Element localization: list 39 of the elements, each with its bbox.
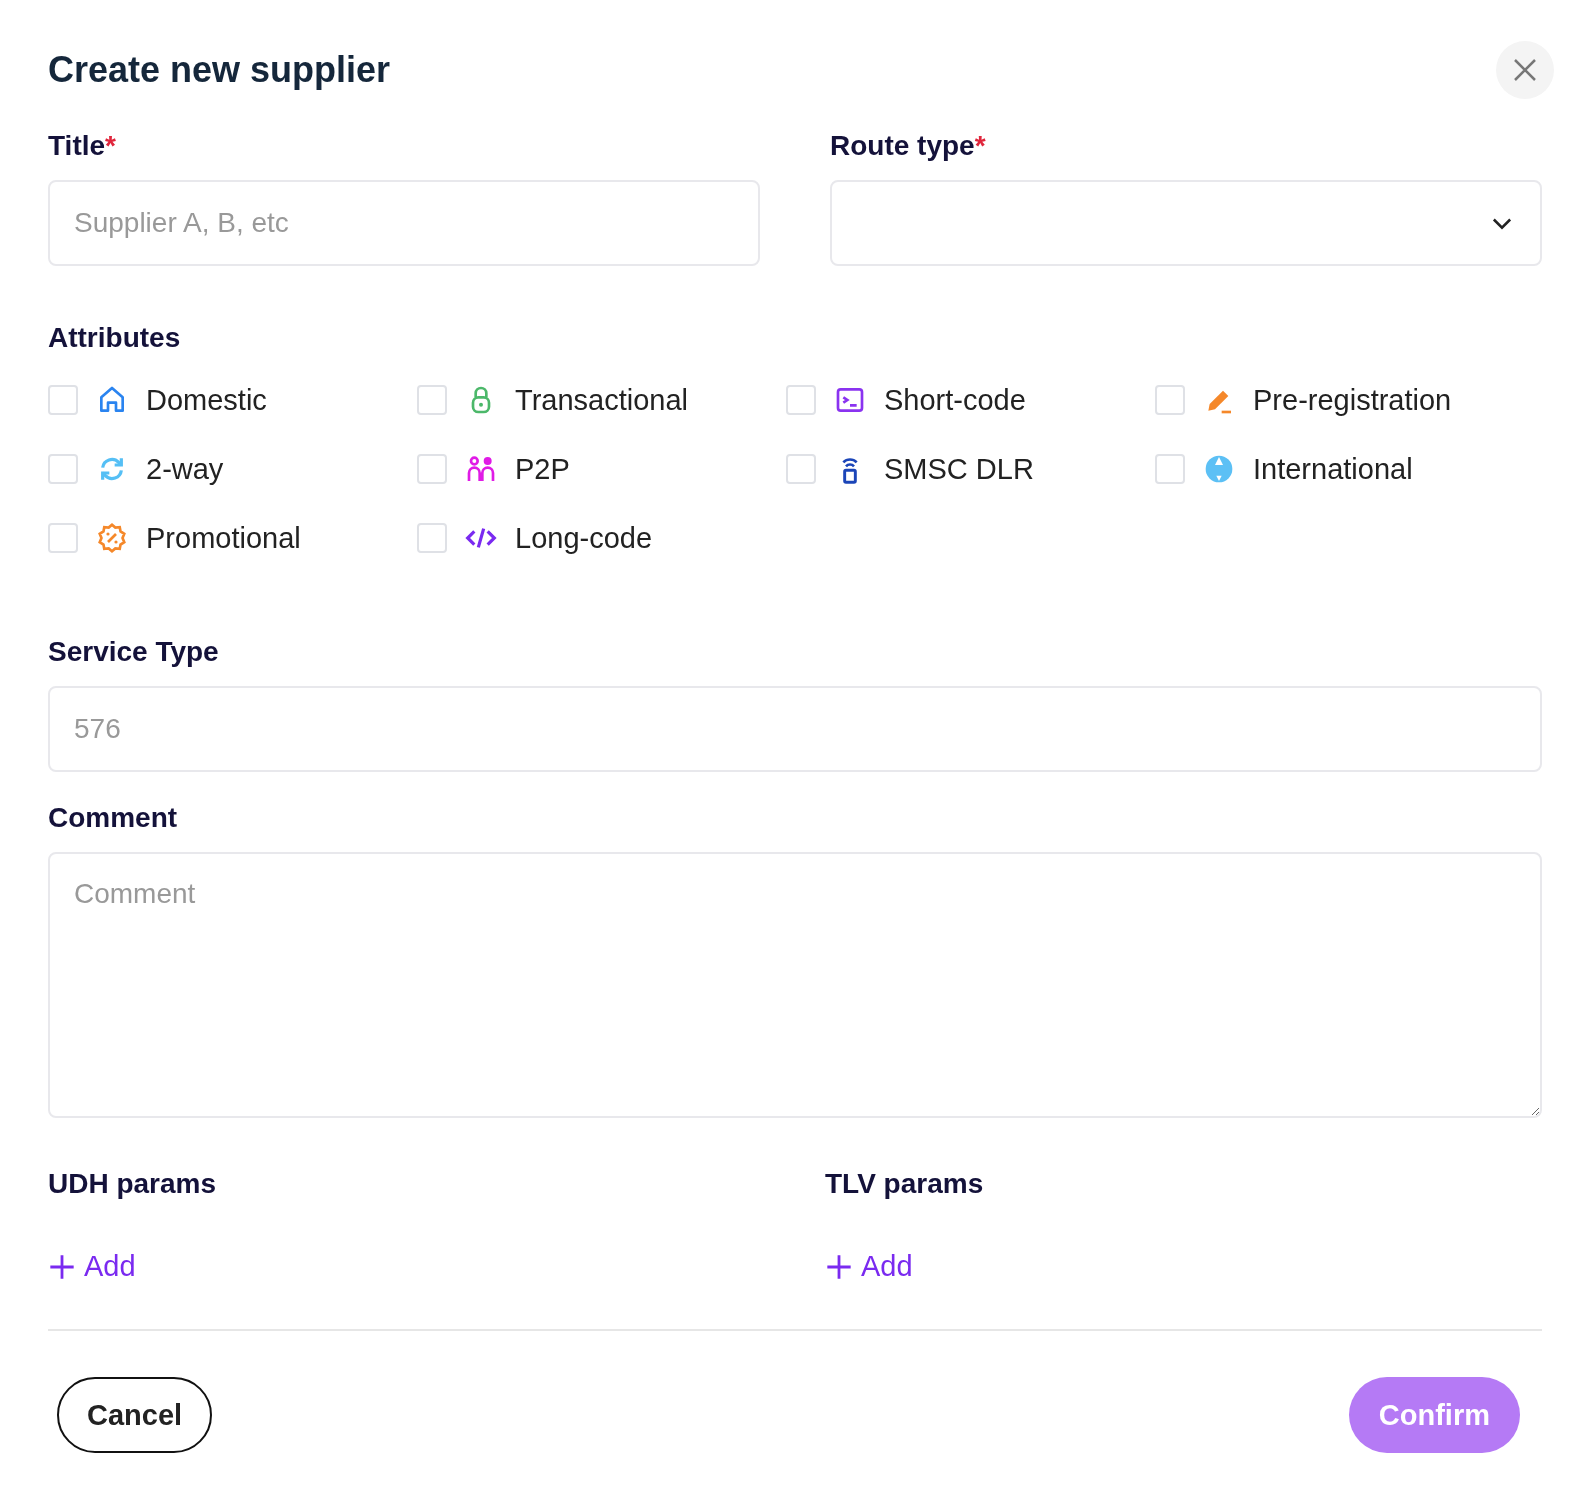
checkbox-label: Transactional: [515, 383, 688, 417]
checkbox-label: Domestic: [146, 383, 267, 417]
section-label: UDH params: [48, 1168, 218, 1200]
add-button[interactable]: Add: [48, 1250, 136, 1283]
cancel-button[interactable]: Cancel: [57, 1377, 213, 1453]
checkbox[interactable]: [1155, 385, 1185, 415]
checkbox-label: Pre-registration: [1253, 383, 1452, 417]
field-label: Comment: [48, 802, 179, 834]
checkbox[interactable]: [417, 385, 447, 415]
checkbox[interactable]: [786, 385, 816, 415]
checkbox[interactable]: [417, 454, 447, 484]
plus-icon: [825, 1252, 853, 1281]
checkbox-label: Short-code: [884, 383, 1026, 417]
title-input[interactable]: Supplier A, B, etc: [48, 180, 760, 266]
field-label: Route type*: [830, 130, 987, 162]
service-type-input[interactable]: 576: [48, 686, 1542, 772]
checkbox-label: Promotional: [146, 521, 301, 555]
checkbox-label: Long-code: [515, 521, 653, 555]
checkbox-label: International: [1253, 452, 1413, 486]
route-type-select[interactable]: [830, 180, 1542, 266]
checkbox[interactable]: [48, 385, 78, 415]
checkbox-label: SMSC DLR: [884, 452, 1034, 486]
add-button[interactable]: Add: [825, 1250, 913, 1283]
discount-icon: [96, 522, 128, 554]
plus-icon: [48, 1252, 76, 1281]
globe-icon: [1203, 453, 1235, 485]
checkbox[interactable]: [48, 523, 78, 553]
checkbox[interactable]: [786, 454, 816, 484]
comment-textarea[interactable]: Comment: [48, 852, 1542, 1118]
checkbox[interactable]: [417, 523, 447, 553]
checkbox-label: 2-way: [146, 452, 224, 486]
dialog-title: Create new supplier: [48, 49, 391, 91]
checkbox-label: P2P: [515, 452, 570, 486]
field-label: Title*: [48, 130, 117, 162]
checkbox[interactable]: [1155, 454, 1185, 484]
field-label: Service Type: [48, 636, 220, 668]
checkbox[interactable]: [48, 454, 78, 484]
section-label: Attributes: [48, 322, 182, 354]
section-label: TLV params: [825, 1168, 985, 1200]
